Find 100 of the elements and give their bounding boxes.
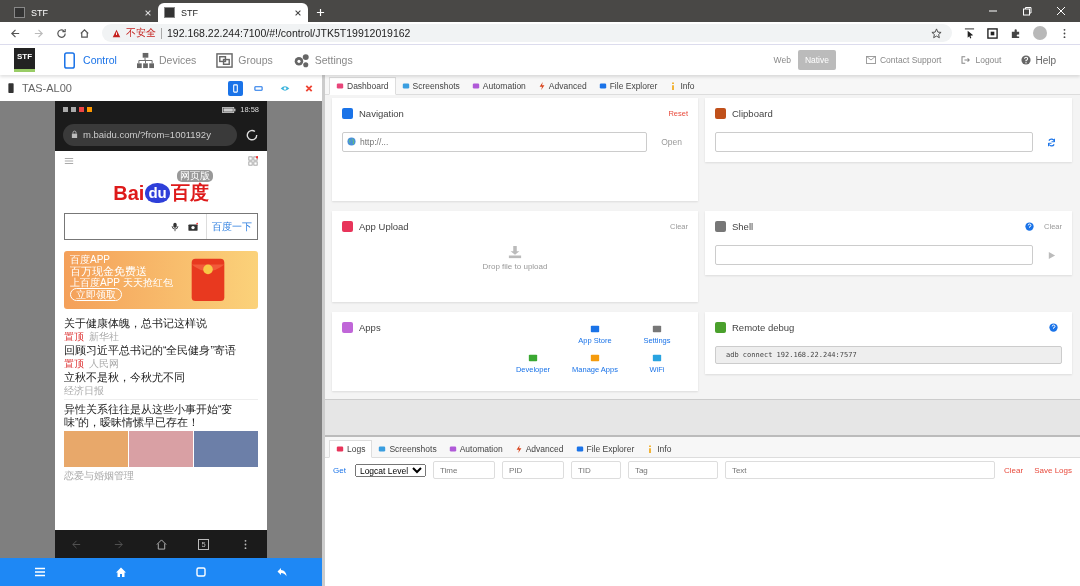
news-source: 恋爱与婚姻管理	[64, 469, 135, 482]
microphone-icon[interactable]	[170, 221, 180, 232]
close-icon[interactable]	[304, 83, 314, 93]
address-bar[interactable]: 不安全 192.168.22.244:7100/#!/control/JTK5T19912019162	[102, 24, 952, 42]
logout-link[interactable]: Logout	[961, 55, 1002, 65]
mode-toggle[interactable]: Web	[766, 50, 798, 70]
hierarchy-icon	[136, 51, 154, 69]
menu-icon[interactable]	[34, 566, 47, 578]
help-link[interactable]: Help	[1021, 54, 1056, 66]
panel-tab[interactable]: Automation	[442, 441, 509, 457]
clear-button[interactable]: Clear	[1002, 465, 1026, 475]
portrait-button[interactable]	[228, 80, 243, 96]
photo-placeholder	[64, 431, 128, 467]
warning-icon	[112, 28, 121, 38]
new-tab-icon[interactable]	[316, 8, 325, 17]
filter-field[interactable]: TID	[570, 461, 621, 479]
banner-app-name: 百度APP	[70, 254, 110, 265]
nav-tab[interactable]: Settings	[292, 51, 353, 69]
eye-icon[interactable]	[280, 83, 290, 93]
get-button[interactable]: Get	[331, 465, 348, 475]
panel-tab[interactable]: Info	[640, 441, 678, 457]
favicon-icon	[14, 7, 25, 18]
panel-tab[interactable]: Screenshots	[395, 78, 466, 94]
browser-tab[interactable]: STF	[8, 3, 158, 22]
pinned-tag: 置顶	[64, 356, 84, 371]
help-icon[interactable]	[1025, 221, 1035, 231]
panel-tab[interactable]: Advanced	[531, 78, 593, 94]
panel-tab[interactable]: Advanced	[508, 441, 570, 457]
portrait-icon	[231, 83, 240, 93]
shell-input[interactable]	[715, 245, 1033, 265]
pinned-tag: 置顶	[64, 329, 84, 344]
panel-tab[interactable]: Automation	[465, 78, 532, 94]
star-icon[interactable]	[931, 27, 942, 39]
help-icon[interactable]	[1049, 322, 1058, 332]
filter-field[interactable]: PID	[501, 461, 564, 479]
landscape-icon	[254, 83, 263, 93]
bolt-icon	[537, 82, 546, 90]
home-icon[interactable]	[79, 27, 90, 39]
home-icon[interactable]	[114, 566, 127, 578]
puzzle-icon[interactable]	[1010, 27, 1021, 39]
save-logs-button[interactable]: Save Logs	[1032, 465, 1074, 475]
logo-text: Bai	[113, 181, 145, 205]
panel-tab[interactable]: Screenshots	[372, 441, 443, 457]
help-icon	[1021, 55, 1032, 65]
menu-icon[interactable]	[64, 156, 74, 166]
filter-field[interactable]: Text	[724, 461, 996, 479]
reload-icon[interactable]	[245, 127, 259, 142]
square-icon[interactable]	[987, 27, 998, 39]
nav-tab[interactable]: Devices	[136, 51, 197, 69]
status-icons	[63, 107, 92, 112]
close-icon[interactable]	[294, 8, 302, 17]
lock-icon	[71, 130, 78, 139]
search-field[interactable]: 百度一下	[64, 213, 258, 240]
news-title[interactable]: 回顾习近平总书记的“全民健身”寄语	[64, 343, 258, 357]
grid-icon[interactable]	[248, 156, 258, 166]
photo-placeholder	[194, 431, 258, 467]
reload-icon[interactable]	[56, 27, 67, 39]
back-icon[interactable]	[275, 566, 288, 578]
windows-icon	[216, 51, 234, 69]
nav-tab[interactable]: Groups	[216, 51, 273, 69]
banner-subtitle: 上百度APP 天天抢红包	[70, 277, 173, 289]
logo-text: 百度	[170, 181, 209, 205]
stf-logo[interactable]: STF	[14, 48, 36, 72]
bolt-icon	[514, 445, 523, 453]
clipboard-field[interactable]	[715, 132, 1033, 152]
contact-support-link[interactable]: Contact Support	[866, 55, 942, 65]
security-label: 不安全	[126, 26, 156, 40]
url-text: 192.168.22.244:7100/#!/control/JTK5T19912019162	[167, 27, 411, 39]
gears-icon	[292, 51, 310, 69]
filter-field[interactable]: Tag	[627, 461, 718, 479]
panel-tab[interactable]: Dashboard	[329, 77, 396, 95]
card-title: Clipboard	[732, 107, 773, 119]
news-title[interactable]: 关于健康体魄，总书记这样说	[64, 316, 258, 330]
url-text: m.baidu.com/?from=1001192y	[83, 129, 211, 140]
card-title: App Upload	[359, 220, 409, 232]
card-title: Navigation	[359, 107, 404, 119]
device-name: TAS-AL00	[22, 82, 72, 94]
globe-icon	[347, 137, 356, 146]
card-title: Apps	[359, 321, 381, 333]
browser-url-field[interactable]: m.baidu.com/?from=1001192y	[63, 123, 237, 146]
restore-icon[interactable]	[1022, 6, 1032, 16]
panel-tab[interactable]: Info	[663, 78, 701, 94]
panel-tab[interactable]: File Explorer	[592, 78, 664, 94]
refresh-icon[interactable]	[1047, 137, 1056, 147]
logcat-level-select[interactable]: Logcat Level	[354, 463, 426, 477]
paw-logo: du	[145, 183, 170, 203]
home-icon[interactable]	[155, 538, 167, 550]
browser-tab[interactable]: STF	[158, 3, 308, 22]
panel-tab[interactable]: File Explorer	[569, 441, 641, 457]
panel-tab[interactable]: Logs	[329, 440, 373, 458]
back-icon[interactable]	[10, 27, 21, 39]
cursor-icon[interactable]	[964, 27, 975, 39]
news-source: 新华社	[89, 330, 119, 343]
news-title[interactable]: 立秋不是秋，今秋尤不同	[64, 370, 258, 384]
logout-icon	[961, 56, 972, 64]
url-field[interactable]: http://...	[342, 132, 648, 152]
nav-tab[interactable]: Control	[61, 51, 117, 69]
news-title[interactable]: 异性关系往往是从这些小事开始“变味”的，暧昧情愫早已存在！	[64, 403, 258, 429]
filter-field[interactable]: Time	[432, 461, 495, 479]
download-icon	[508, 245, 522, 259]
